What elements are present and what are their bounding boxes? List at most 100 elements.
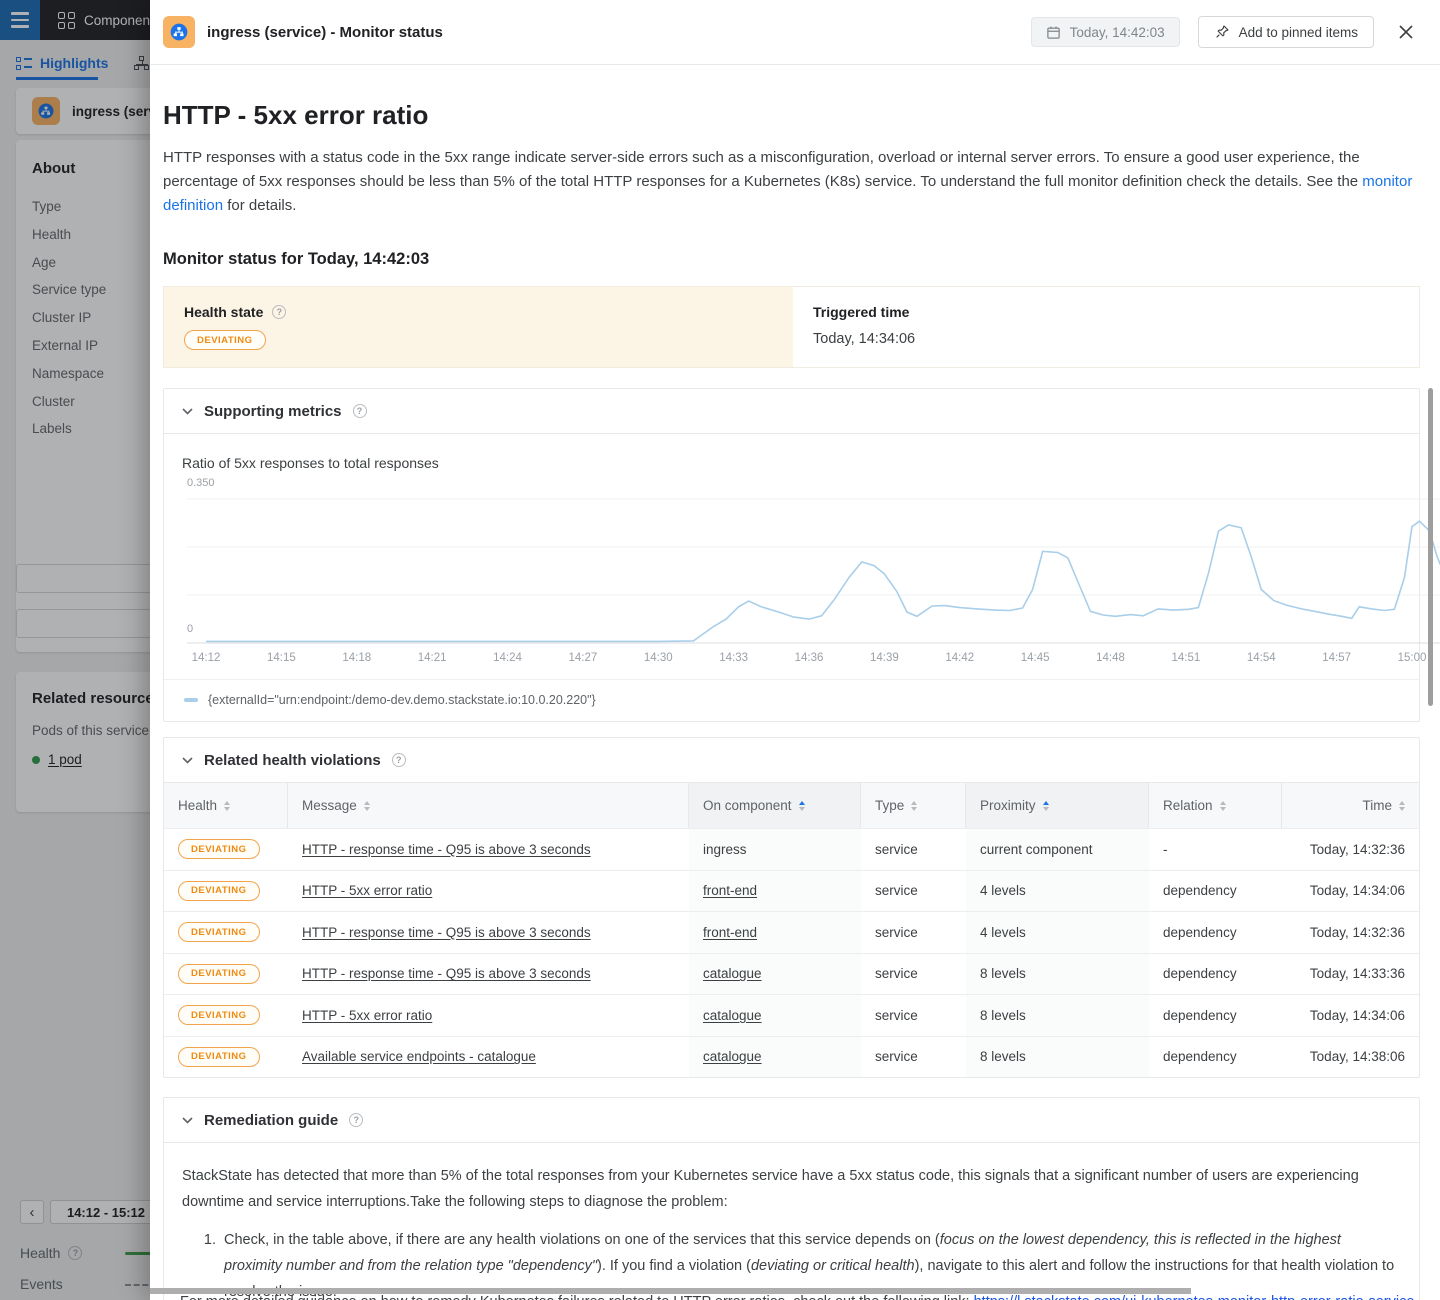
sort-down-arrow [224, 807, 230, 811]
type-cell: service [861, 912, 966, 953]
x-axis-tick: 14:51 [1171, 652, 1200, 664]
sort-icon [799, 801, 805, 811]
remediation-help-icon[interactable]: ? [349, 1113, 363, 1127]
proximity-cell: 4 levels [966, 912, 1149, 953]
chart-legend: {externalId="urn:endpoint:/demo-dev.demo… [184, 693, 596, 707]
modal-content: HTTP - 5xx error ratio HTTP responses wi… [150, 99, 1440, 1300]
modal-title: ingress (service) - Monitor status [207, 24, 443, 41]
relation-cell: dependency [1149, 912, 1282, 953]
column-label: Health [178, 798, 217, 813]
supporting-metrics-help-icon[interactable]: ? [353, 404, 367, 418]
x-axis-tick: 14:42 [945, 652, 974, 664]
column-label: On component [703, 798, 792, 813]
x-axis-tick: 14:12 [192, 652, 221, 664]
column-label: Message [302, 798, 357, 813]
sort-icon [364, 801, 370, 811]
component-link[interactable]: catalogue [703, 966, 762, 981]
violation-message-link[interactable]: HTTP - response time - Q95 is above 3 se… [302, 925, 591, 940]
metrics-chart-svg [187, 491, 1440, 653]
health-state-help-icon[interactable]: ? [272, 305, 286, 319]
sort-down-arrow [364, 807, 370, 811]
time-cell: Today, 14:38:06 [1282, 1037, 1419, 1078]
monitor-status-modal: ingress (service) - Monitor status Today… [150, 0, 1440, 1300]
violations-table: Health Message On component Type Proximity Re… [164, 783, 1419, 1077]
sort-up-arrow [364, 801, 370, 805]
status-row: Health state ? DEVIATING Triggered time … [163, 286, 1420, 368]
step-text: ). If you find a violation ( [597, 1258, 751, 1274]
relation-cell: dependency [1149, 1037, 1282, 1078]
component-link[interactable]: front-end [703, 883, 757, 898]
violations-table-header: Health Message On component Type Proximity Re… [164, 783, 1419, 828]
x-axis-tick: 14:30 [644, 652, 673, 664]
legend-swatch [184, 698, 198, 702]
violations-table-body: DEVIATING HTTP - response time - Q95 is a… [164, 828, 1419, 1077]
type-cell: service [861, 1037, 966, 1078]
time-cell: Today, 14:32:36 [1282, 912, 1419, 953]
sort-icon [1220, 801, 1226, 811]
violation-message-link[interactable]: HTTP - response time - Q95 is above 3 se… [302, 966, 591, 981]
violation-message-link[interactable]: Available service endpoints - catalogue [302, 1049, 536, 1064]
step-text: deviating or critical health [751, 1258, 915, 1274]
table-row: DEVIATING HTTP - response time - Q95 is a… [164, 953, 1419, 995]
metrics-chart-area: Ratio of 5xx responses to total response… [164, 434, 1419, 721]
violations-header[interactable]: Related health violations ? [164, 738, 1419, 783]
triggered-time-value: Today, 14:34:06 [813, 331, 1399, 347]
message-cell: HTTP - response time - Q95 is above 3 se… [288, 912, 689, 953]
add-to-pinned-button[interactable]: Add to pinned items [1198, 16, 1374, 48]
message-cell: HTTP - response time - Q95 is above 3 se… [288, 829, 689, 870]
guidance-link[interactable]: https://l.stackstate.com/ui-kubernetes-m… [974, 1294, 1415, 1300]
proximity-cell: 4 levels [966, 871, 1149, 912]
violation-message-link[interactable]: HTTP - 5xx error ratio [302, 883, 432, 898]
health-cell: DEVIATING [164, 995, 288, 1036]
table-row: DEVIATINGHTTP - 5xx error ratiofront-end… [164, 870, 1419, 912]
time-picker-button[interactable]: Today, 14:42:03 [1031, 17, 1180, 47]
health-cell: DEVIATING [164, 954, 288, 995]
supporting-metrics-header[interactable]: Supporting metrics ? [164, 389, 1419, 434]
violation-message-link[interactable]: HTTP - response time - Q95 is above 3 se… [302, 842, 591, 857]
remediation-footer: For more detailed guidance on how to rem… [180, 1294, 1430, 1300]
step-text: Check, in the table above, if there are … [224, 1232, 940, 1248]
remediation-guide-section: Remediation guide ? StackState has detec… [163, 1097, 1420, 1300]
x-axis-tick: 14:15 [267, 652, 296, 664]
component-link[interactable]: front-end [703, 925, 757, 940]
column-header-type[interactable]: Type [861, 783, 966, 828]
page-title: HTTP - 5xx error ratio [163, 99, 1420, 131]
component-cell: catalogue [689, 1037, 861, 1078]
time-cell: Today, 14:34:06 [1282, 871, 1419, 912]
x-axis-tick: 14:36 [795, 652, 824, 664]
column-label: Proximity [980, 798, 1036, 813]
sort-up-arrow [1399, 801, 1405, 805]
column-header-proximity[interactable]: Proximity [966, 783, 1149, 828]
column-header-health[interactable]: Health [164, 783, 288, 828]
relation-cell: dependency [1149, 871, 1282, 912]
violations-help-icon[interactable]: ? [392, 753, 406, 767]
close-icon[interactable] [1396, 22, 1416, 42]
column-header-message[interactable]: Message [288, 783, 689, 828]
column-header-time[interactable]: Time [1282, 783, 1419, 828]
chart-title: Ratio of 5xx responses to total response… [182, 455, 439, 471]
component-cell: catalogue [689, 995, 861, 1036]
type-cell: service [861, 954, 966, 995]
x-axis-tick: 14:48 [1096, 652, 1125, 664]
status-heading: Monitor status for Today, 14:42:03 [163, 249, 1420, 269]
metric-line-series [206, 521, 1440, 641]
x-axis-tick: 14:57 [1322, 652, 1351, 664]
component-cell: catalogue [689, 954, 861, 995]
component-link[interactable]: catalogue [703, 1008, 762, 1023]
sort-up-arrow [1043, 801, 1049, 805]
component-link[interactable]: catalogue [703, 1049, 762, 1064]
column-header-on-component[interactable]: On component [689, 783, 861, 828]
vertical-scrollbar-thumb[interactable] [1428, 388, 1433, 706]
sort-icon [911, 801, 917, 811]
type-cell: service [861, 829, 966, 870]
sort-icon [1399, 801, 1405, 811]
health-state-panel: Health state ? DEVIATING [164, 287, 793, 367]
modal-header: ingress (service) - Monitor status Today… [150, 0, 1440, 65]
remediation-header[interactable]: Remediation guide ? [164, 1098, 1419, 1143]
column-header-relation[interactable]: Relation [1149, 783, 1282, 828]
x-axis-tick: 14:21 [418, 652, 447, 664]
y-axis-tick-max: 0.350 [187, 477, 215, 489]
legend-label: {externalId="urn:endpoint:/demo-dev.demo… [208, 693, 596, 707]
violation-message-link[interactable]: HTTP - 5xx error ratio [302, 1008, 432, 1023]
x-axis-tick: 14:54 [1247, 652, 1276, 664]
